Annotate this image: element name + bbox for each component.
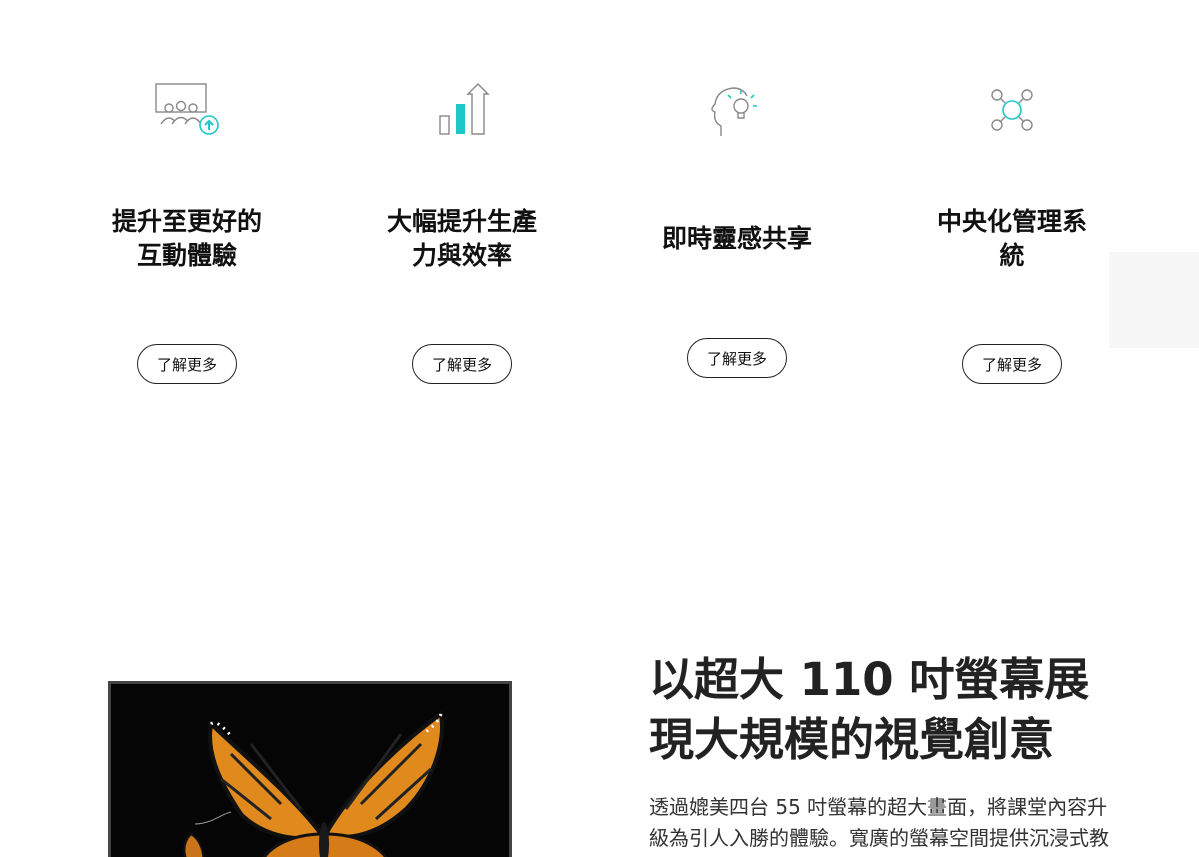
side-panel bbox=[1109, 252, 1199, 348]
feature-title: 提升至更好的 互動體驗 bbox=[111, 207, 262, 270]
section-body-text: 透過媲美四台 55 吋螢幕的超大畫面，將課堂內容升 級為引人入勝的體驗。寬廣的螢… bbox=[649, 795, 1109, 850]
feature-title: 中央化管理系 統 bbox=[936, 207, 1087, 270]
learn-more-button[interactable]: 了解更多 bbox=[137, 344, 237, 384]
learn-more-button[interactable]: 了解更多 bbox=[687, 338, 787, 378]
section-headline: 以超大 110 吋螢幕展 現大規模的視覺創意 bbox=[649, 653, 1090, 766]
learn-more-button[interactable]: 了解更多 bbox=[412, 344, 512, 384]
feature-card-productivity: 大幅提升生產 力與效率 了解更多 bbox=[332, 0, 592, 400]
product-image bbox=[108, 681, 512, 857]
network-hub-icon bbox=[991, 89, 1033, 131]
feature-card-interaction: 提升至更好的 互動體驗 了解更多 bbox=[57, 0, 317, 400]
learn-more-button[interactable]: 了解更多 bbox=[962, 344, 1062, 384]
feature-card-inspiration: 即時靈感共享 了解更多 bbox=[607, 0, 867, 400]
feature-card-management: 中央化管理系 統 了解更多 bbox=[882, 0, 1142, 400]
growth-chart-icon bbox=[439, 83, 490, 135]
butterfly-image bbox=[111, 684, 509, 857]
idea-head-icon bbox=[711, 87, 757, 136]
features-section: 提升至更好的 互動體驗 了解更多 大幅提升生產 力與效率 了解更多 即時靈感共享… bbox=[0, 0, 1199, 420]
audience-upgrade-icon bbox=[155, 83, 219, 135]
feature-title: 大幅提升生產 力與效率 bbox=[386, 207, 537, 270]
feature-title: 即時靈感共享 bbox=[661, 224, 812, 253]
